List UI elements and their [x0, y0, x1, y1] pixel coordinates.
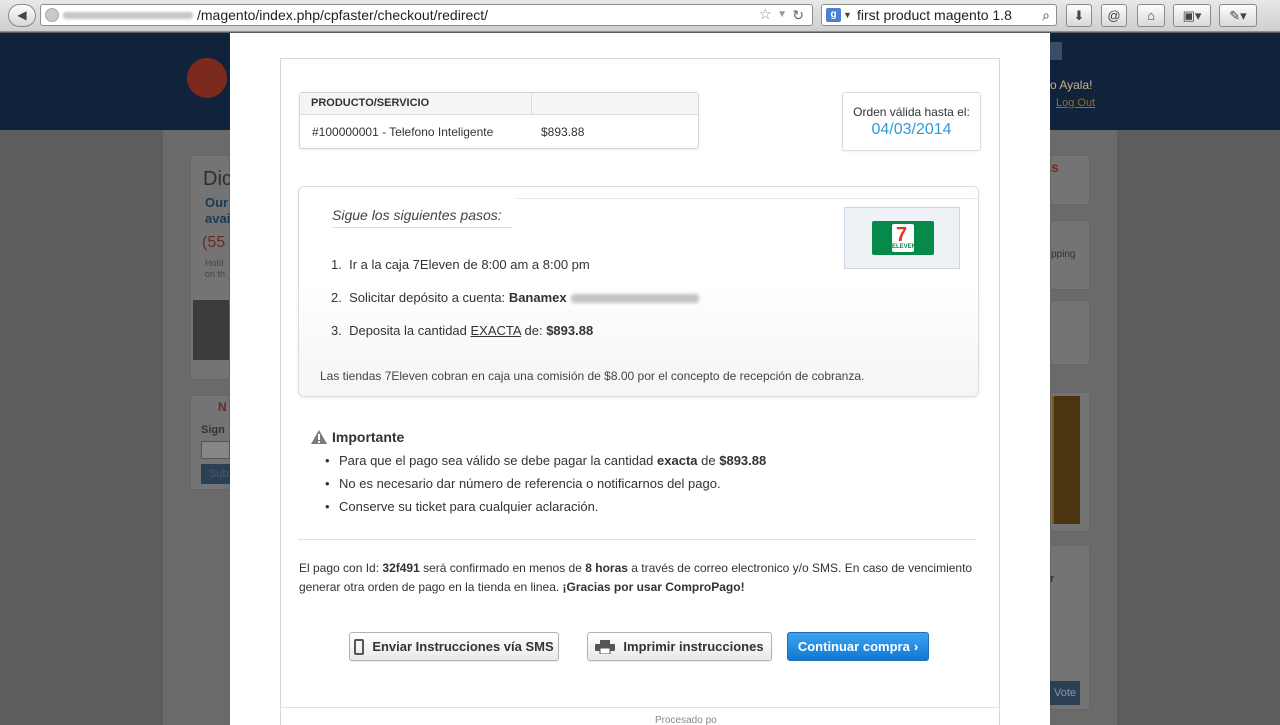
store-logo-frame: 7 ELEVEN [844, 207, 960, 269]
order-expiry-label: Orden válida hasta el: [853, 105, 970, 119]
newsletter-title: N [218, 400, 227, 414]
steps-panel: Sigue los siguientes pasos: 1. Ir a la c… [298, 186, 979, 397]
processed-by-text: Procesado po [655, 715, 717, 725]
order-expiry-date: 04/03/2014 [871, 121, 952, 138]
back-arrow-icon: ◀ [17, 8, 27, 22]
engine-dropdown-icon[interactable]: ▼ [843, 5, 852, 25]
print-button[interactable]: Imprimir instrucciones [587, 632, 772, 661]
newsletter-input [201, 441, 230, 459]
bank-name: Banamex [508, 290, 567, 305]
google-icon[interactable]: g [826, 8, 841, 22]
step-3: 3. Deposita la cantidad EXACTA de: $893.… [331, 323, 594, 338]
promo-image [193, 300, 229, 360]
important-title: Importante [332, 429, 405, 445]
product-price: $893.88 [541, 125, 585, 139]
printer-icon [595, 639, 616, 654]
section-divider [298, 539, 976, 540]
vote-button: Vote [1050, 681, 1080, 705]
promo-heading: Dic [203, 168, 232, 190]
thanks-text: ¡Gracias por usar ComproPago! [562, 580, 745, 594]
bookmarks-icon: ▣▾ [1182, 8, 1202, 23]
phone-icon [354, 638, 365, 655]
redacted-account [570, 294, 699, 304]
steps-title: Sigue los siguientes pasos: [332, 207, 512, 228]
newsletter-submit: Sub [201, 464, 230, 484]
warning-icon [311, 430, 327, 444]
welcome-text: o Ayala! [1050, 78, 1093, 92]
list-item: Para que el pago sea válido se debe paga… [325, 453, 766, 476]
extension-icon: ✎▾ [1229, 8, 1247, 23]
step-1: 1. Ir a la caja 7Eleven de 8:00 am a 8:0… [331, 257, 590, 272]
back-button[interactable]: ◀ [8, 4, 36, 27]
payment-modal: PRODUCTO/SERVICIO #100000001 - Telefono … [230, 33, 1050, 725]
addon-button[interactable]: @ [1101, 4, 1127, 27]
list-item: Conserve su ticket para cualquier aclara… [325, 499, 766, 522]
chevron-right-icon: › [913, 639, 919, 654]
search-box[interactable]: g ▼ first product magento 1.8 ⌕ [821, 4, 1057, 26]
url-text: /magento/index.php/cpfaster/checkout/red… [197, 7, 489, 23]
right-block-label: r [1050, 573, 1055, 585]
logout-link: Log Out [1056, 97, 1096, 109]
right-block-2: pping [1050, 220, 1090, 290]
step-amount: $893.88 [546, 323, 594, 338]
addon-icon: @ [1107, 8, 1121, 23]
right-banner-image [1052, 396, 1080, 524]
steps-top-rule [516, 198, 979, 199]
column-header-product: PRODUCTO/SERVICIO [311, 97, 430, 109]
magento-logo [187, 58, 227, 98]
reload-icon[interactable]: ↻ [792, 5, 804, 25]
seven-eleven-logo: 7 ELEVEN [872, 221, 934, 255]
promo-subtitle: Our avai [205, 195, 231, 226]
order-expiry-box: Orden válida hasta el: 04/03/2014 [842, 92, 981, 151]
promo-phone: (55 [202, 234, 226, 251]
globe-icon [45, 8, 59, 22]
search-query: first product magento 1.8 [857, 7, 1012, 23]
product-table: PRODUCTO/SERVICIO #100000001 - Telefono … [299, 92, 699, 149]
footer-divider [280, 707, 1000, 708]
download-icon: ⬇ [1073, 8, 1085, 23]
site-search-button [1050, 42, 1062, 60]
commission-note: Las tiendas 7Eleven cobran en caja una c… [320, 369, 865, 383]
address-bar[interactable]: /magento/index.php/cpfaster/checkout/red… [40, 4, 813, 26]
bookmarks-button[interactable]: ▣▾ [1173, 4, 1211, 27]
newsletter-label: Sign [201, 424, 225, 436]
exact-word: EXACTA [470, 323, 521, 338]
promo-small-text: Hold on th [205, 258, 226, 279]
list-item: No es necesario dar número de referencia… [325, 476, 766, 499]
payment-id: 32f491 [382, 561, 420, 575]
redacted-host [63, 12, 193, 19]
continue-purchase-button[interactable]: Continuar compra › [787, 632, 929, 661]
url-dropdown-icon[interactable]: ▼ [777, 5, 787, 25]
search-icon[interactable]: ⌕ [1042, 5, 1050, 25]
home-button[interactable]: ⌂ [1137, 4, 1165, 27]
extension-button[interactable]: ✎▾ [1219, 4, 1257, 27]
send-sms-button[interactable]: Enviar Instrucciones vía SMS [349, 632, 559, 661]
table-row: #100000001 - Telefono Inteligente $893.8… [300, 115, 698, 149]
column-divider [531, 93, 532, 115]
bookmark-star-icon[interactable]: ☆ [759, 5, 772, 25]
browser-toolbar: ◀ /magento/index.php/cpfaster/checkout/r… [0, 0, 1280, 32]
home-icon: ⌂ [1147, 8, 1155, 23]
table-header: PRODUCTO/SERVICIO [300, 93, 698, 115]
step-2: 2. Solicitar depósito a cuenta: Banamex [331, 290, 699, 305]
product-name: #100000001 - Telefono Inteligente [312, 125, 494, 139]
right-block-1: s [1050, 155, 1090, 205]
download-button[interactable]: ⬇ [1066, 4, 1092, 27]
right-block-3 [1050, 300, 1090, 365]
confirmation-text: El pago con Id: 32f491 será confirmado e… [299, 561, 973, 594]
important-list: Para que el pago sea válido se debe paga… [325, 453, 766, 522]
